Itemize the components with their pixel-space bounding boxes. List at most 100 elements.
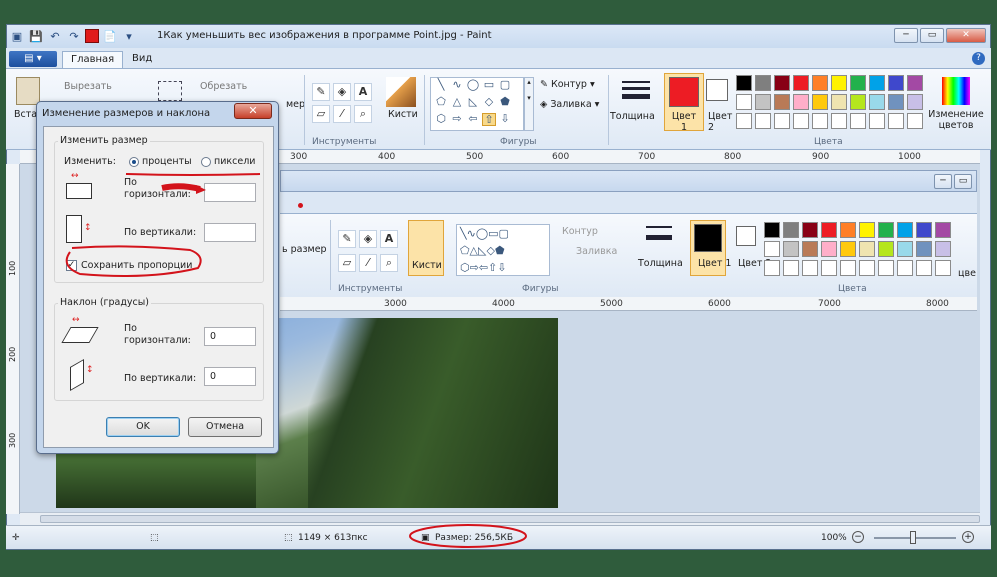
arrow-down-shape-icon[interactable]: ⇩ bbox=[498, 113, 512, 126]
color-swatch[interactable] bbox=[878, 260, 894, 276]
rounded-rect-shape-icon[interactable]: ▢ bbox=[498, 79, 512, 92]
color-swatch[interactable] bbox=[764, 241, 780, 257]
magnifier-icon[interactable]: ⌕ bbox=[354, 105, 372, 123]
color-swatch[interactable] bbox=[907, 94, 923, 110]
color-swatch[interactable] bbox=[878, 222, 894, 238]
edit-colors-icon[interactable] bbox=[942, 77, 970, 105]
horizontal-scrollbar[interactable] bbox=[20, 512, 980, 525]
open-icon[interactable]: 📄 bbox=[102, 28, 118, 44]
fill-bucket-icon[interactable]: ◈ bbox=[333, 83, 351, 101]
color-swatch[interactable] bbox=[755, 94, 771, 110]
keep-ratio-label[interactable]: Сохранить пропорции bbox=[81, 260, 192, 271]
close-button[interactable]: ✕ bbox=[946, 28, 986, 43]
color-swatch[interactable] bbox=[859, 222, 875, 238]
outline-dropdown[interactable]: ✎ Контур ▾ bbox=[540, 79, 595, 90]
color-swatch[interactable] bbox=[831, 94, 847, 110]
polygon-shape-icon[interactable]: ⬠ bbox=[434, 96, 448, 109]
thickness-label[interactable]: Толщина bbox=[610, 111, 655, 122]
color-swatch[interactable] bbox=[736, 113, 752, 129]
tab-view[interactable]: Вид bbox=[124, 51, 160, 68]
arrow-left-shape-icon[interactable]: ⇦ bbox=[466, 113, 480, 126]
color-swatch[interactable] bbox=[840, 241, 856, 257]
save-icon[interactable]: 💾 bbox=[28, 28, 44, 44]
edit-colors-label[interactable]: Изменение цветов bbox=[928, 109, 984, 131]
arrow-up-shape-icon[interactable]: ⇧ bbox=[482, 113, 496, 126]
cancel-button[interactable]: Отмена bbox=[188, 417, 262, 437]
color-swatch[interactable] bbox=[888, 75, 904, 91]
triangle-shape-icon[interactable]: △ bbox=[450, 96, 464, 109]
color-swatch[interactable] bbox=[935, 241, 951, 257]
color-swatch[interactable] bbox=[850, 113, 866, 129]
color-swatch[interactable] bbox=[935, 260, 951, 276]
eraser-icon[interactable]: ▱ bbox=[312, 105, 330, 123]
color-swatch[interactable] bbox=[869, 75, 885, 91]
brushes-label[interactable]: Кисти bbox=[388, 109, 418, 120]
color-swatch[interactable] bbox=[764, 222, 780, 238]
color-swatch[interactable] bbox=[793, 113, 809, 129]
color-swatch[interactable] bbox=[793, 75, 809, 91]
color-swatch[interactable] bbox=[812, 75, 828, 91]
color-swatch[interactable] bbox=[831, 113, 847, 129]
color-swatch[interactable] bbox=[897, 260, 913, 276]
pentagon-shape-icon[interactable]: ⬟ bbox=[498, 96, 512, 109]
pixels-radio[interactable] bbox=[201, 157, 211, 167]
color-swatch[interactable] bbox=[897, 241, 913, 257]
color-swatch[interactable] bbox=[812, 94, 828, 110]
color-swatch[interactable] bbox=[935, 222, 951, 238]
color-swatch[interactable] bbox=[850, 75, 866, 91]
color-swatch[interactable] bbox=[821, 222, 837, 238]
color-swatch[interactable] bbox=[755, 75, 771, 91]
pencil-icon[interactable]: ✎ bbox=[312, 83, 330, 101]
oval-shape-icon[interactable]: ◯ bbox=[466, 79, 480, 92]
diamond-shape-icon[interactable]: ◇ bbox=[482, 96, 496, 109]
brushes-icon[interactable] bbox=[386, 77, 416, 107]
hexagon-shape-icon[interactable]: ⬡ bbox=[434, 113, 448, 126]
color-swatch[interactable] bbox=[907, 75, 923, 91]
color-swatch[interactable] bbox=[840, 222, 856, 238]
select-icon[interactable] bbox=[158, 81, 182, 101]
skew-horizontal-input[interactable]: 0 bbox=[204, 327, 256, 346]
pixels-label[interactable]: пиксели bbox=[214, 156, 255, 167]
customize-qat-icon[interactable]: ▾ bbox=[121, 28, 137, 44]
dialog-close-button[interactable]: ✕ bbox=[234, 103, 272, 119]
color-picker-icon[interactable]: ⁄ bbox=[333, 105, 351, 123]
color2-label[interactable]: Цвет 2 bbox=[708, 111, 732, 133]
right-triangle-shape-icon[interactable]: ◺ bbox=[466, 96, 480, 109]
color-swatch[interactable] bbox=[907, 113, 923, 129]
skew-vertical-input[interactable]: 0 bbox=[204, 367, 256, 386]
color-swatch[interactable] bbox=[916, 241, 932, 257]
color-swatch[interactable] bbox=[783, 222, 799, 238]
color-swatch[interactable] bbox=[859, 260, 875, 276]
cut-button[interactable]: Вырезать bbox=[64, 81, 112, 92]
maximize-button[interactable]: ▭ bbox=[920, 28, 944, 43]
line-shape-icon[interactable]: ╲ bbox=[434, 79, 448, 92]
zoom-slider-thumb[interactable] bbox=[910, 531, 916, 544]
color-swatch[interactable] bbox=[897, 222, 913, 238]
shapes-scroll[interactable]: ▴ ▾ bbox=[524, 77, 534, 131]
color-swatch[interactable] bbox=[783, 241, 799, 257]
fill-dropdown[interactable]: ◈ Заливка ▾ bbox=[540, 99, 599, 110]
tab-home[interactable]: Главная bbox=[62, 51, 124, 68]
paste-label[interactable]: Вста bbox=[14, 109, 37, 120]
color-swatch[interactable] bbox=[916, 260, 932, 276]
zoom-out-button[interactable]: − bbox=[852, 531, 864, 543]
ok-button[interactable]: OK bbox=[106, 417, 180, 437]
color2-swatch[interactable] bbox=[706, 79, 728, 101]
color-swatch[interactable] bbox=[812, 113, 828, 129]
file-menu-button[interactable]: ▤ ▾ bbox=[9, 51, 57, 67]
scroll-thumb[interactable] bbox=[40, 515, 980, 523]
color-swatch[interactable] bbox=[888, 113, 904, 129]
color-swatch[interactable] bbox=[850, 94, 866, 110]
color-swatch[interactable] bbox=[869, 94, 885, 110]
redo-icon[interactable]: ↷ bbox=[66, 28, 82, 44]
color-swatch[interactable] bbox=[916, 222, 932, 238]
color-swatch[interactable] bbox=[859, 241, 875, 257]
color-swatch[interactable] bbox=[783, 260, 799, 276]
color-swatch[interactable] bbox=[840, 260, 856, 276]
keep-ratio-checkbox[interactable]: ✓ bbox=[66, 260, 77, 271]
color-swatch[interactable] bbox=[821, 241, 837, 257]
color-swatch[interactable] bbox=[802, 260, 818, 276]
help-icon[interactable]: ? bbox=[972, 52, 985, 65]
paste-icon[interactable] bbox=[16, 77, 40, 105]
color-swatch[interactable] bbox=[736, 94, 752, 110]
